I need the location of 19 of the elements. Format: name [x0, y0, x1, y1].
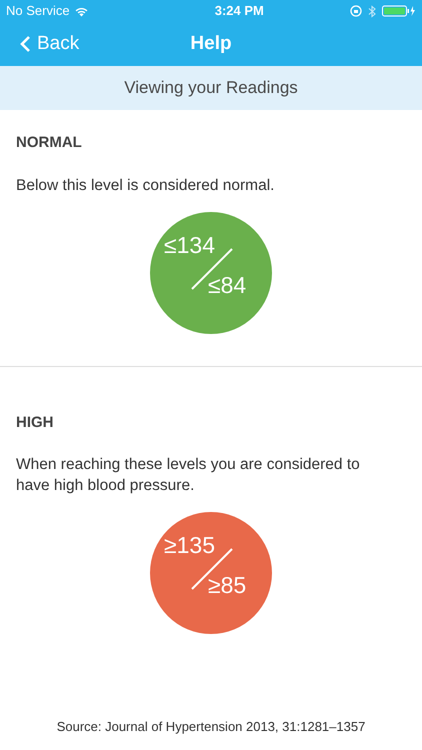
systolic-value: ≥135 — [164, 534, 215, 557]
section-description: Below this level is considered normal. — [16, 176, 276, 196]
diastolic-value: ≥85 — [208, 574, 246, 597]
section-heading: HIGH — [16, 412, 54, 432]
section-heading: NORMAL — [16, 133, 83, 153]
back-button[interactable]: Back — [0, 30, 80, 58]
clock-text: 3:24 PM — [214, 2, 264, 20]
section-description: When reaching these levels you are considered to have high blood pressure. — [16, 455, 361, 496]
page-title: Help — [190, 32, 232, 56]
battery-icon — [382, 5, 416, 17]
wifi-icon — [74, 6, 89, 16]
source-text: Source: Journal of Hypertension 2013, 31:1281–1357 — [56, 718, 366, 736]
systolic-value: ≤134 — [164, 234, 215, 256]
diastolic-value: ≤84 — [208, 274, 246, 296]
rotation-lock-icon — [350, 5, 362, 17]
carrier-text: No Service — [6, 2, 70, 20]
subheader-text: Viewing your Readings — [124, 77, 298, 100]
chevron-left-icon — [20, 35, 31, 53]
bluetooth-icon — [368, 4, 376, 18]
